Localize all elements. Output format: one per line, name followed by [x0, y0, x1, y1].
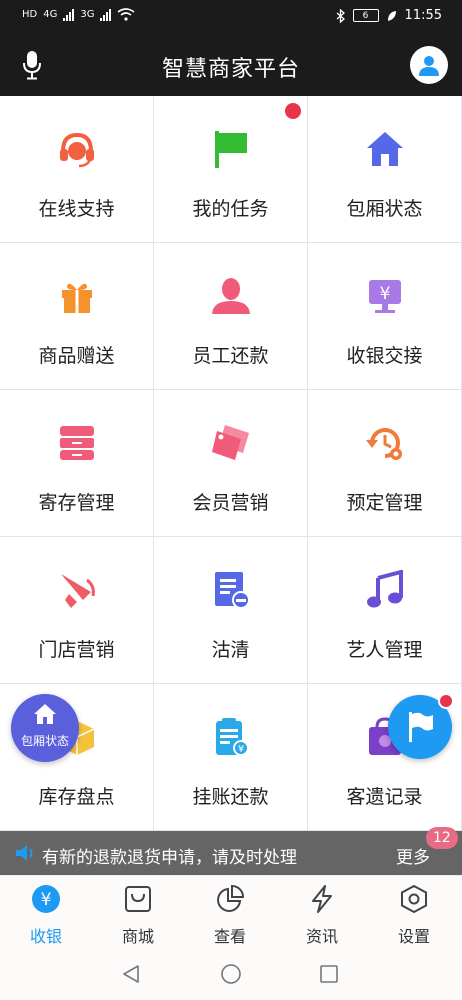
status-right: 6 11:55 — [336, 8, 442, 23]
tab-label: 商城 — [121, 927, 154, 946]
leaf-icon — [387, 10, 396, 21]
tab-label: 资讯 — [305, 927, 338, 946]
shopping-bag-icon — [125, 886, 151, 912]
net-3g-label: 3G — [80, 9, 95, 20]
list-minus-icon — [215, 572, 250, 609]
notice-count-badge: 12 — [426, 827, 458, 849]
tab-label: 收银 — [29, 927, 62, 946]
signal-icon-2 — [100, 8, 112, 21]
grid-item-online-support[interactable]: 在线支持 — [0, 96, 154, 243]
yen-circle-icon: ¥ — [32, 885, 60, 913]
notice-more-link[interactable]: 更多 — [396, 843, 430, 868]
grid-item-my-tasks[interactable]: 我的任务 — [154, 96, 308, 243]
flag-icon — [409, 712, 433, 742]
grid-item-label: 客遗记录 — [346, 786, 423, 808]
grid-item-label: 沽清 — [211, 639, 250, 661]
back-icon[interactable] — [120, 963, 142, 985]
tab-mall[interactable]: 商城 — [92, 876, 184, 950]
tab-cashier[interactable]: ¥ 收银 — [0, 876, 92, 950]
tab-settings[interactable]: 设置 — [368, 876, 460, 950]
pie-chart-icon — [217, 884, 245, 912]
cashier-monitor-icon: ¥ — [369, 280, 401, 313]
grid-item-storage[interactable]: 寄存管理 — [0, 390, 154, 537]
grid-item-credit-repay[interactable]: ¥ 挂账还款 — [154, 684, 308, 831]
home-icon — [367, 132, 403, 166]
gift-icon — [62, 283, 92, 313]
tab-label: 查看 — [213, 927, 246, 946]
fab-label: 包厢状态 — [20, 734, 69, 748]
music-icon — [367, 570, 403, 608]
tab-news[interactable]: 资讯 — [276, 876, 368, 950]
recents-icon[interactable] — [318, 963, 340, 985]
grid-item-label: 在线支持 — [38, 198, 115, 220]
grid-item-member-marketing[interactable]: 会员营销 — [154, 390, 308, 537]
tab-label: 设置 — [397, 927, 430, 946]
drawer-icon — [60, 426, 94, 460]
grid-item-label: 门店营销 — [38, 639, 115, 661]
grid-item-label: 会员营销 — [192, 492, 269, 514]
grid-item-staff-repay[interactable]: 员工还款 — [154, 243, 308, 390]
bluetooth-icon — [336, 8, 345, 23]
grid-item-label: 预定管理 — [346, 492, 423, 514]
home-icon — [34, 704, 56, 724]
speaker-icon — [16, 845, 33, 861]
user-icon — [419, 56, 439, 76]
person-icon — [212, 278, 250, 314]
system-nav-bar — [0, 949, 462, 1000]
grid-item-store-marketing[interactable]: 门店营销 — [0, 537, 154, 684]
status-bar: HD 4G 3G 6 11:55 — [0, 0, 462, 34]
clock-history-icon — [366, 428, 402, 460]
home-circle-icon[interactable] — [220, 963, 242, 985]
clipboard-yen-icon: ¥ — [216, 718, 249, 756]
page-title: 智慧商家平台 — [161, 57, 300, 82]
grid-item-label: 寄存管理 — [38, 492, 115, 514]
grid-item-label: 挂账还款 — [192, 786, 269, 808]
battery-icon: 6 — [352, 9, 379, 22]
network-indicators: HD 4G 3G — [22, 8, 135, 21]
headset-icon — [60, 132, 94, 168]
wifi-icon — [118, 8, 135, 21]
tasks-fab[interactable] — [388, 693, 454, 759]
svg-text:¥: ¥ — [380, 284, 391, 304]
grid-item-label: 收银交接 — [346, 345, 423, 367]
notice-bar[interactable]: 有新的退款退货申请，请及时处理 更多 12 — [0, 827, 462, 875]
grid-item-cashier-handover[interactable]: ¥ 收银交接 — [308, 243, 462, 390]
flag-icon — [215, 131, 247, 168]
room-status-fab[interactable]: 包厢状态 — [11, 694, 79, 762]
notice-text: 有新的退款退货申请，请及时处理 — [42, 848, 297, 868]
signal-icon — [63, 8, 75, 21]
clock: 11:55 — [404, 8, 442, 23]
net-4g-label: 4G — [43, 9, 58, 20]
grid-item-label: 员工还款 — [192, 345, 269, 367]
hexagon-settings-icon — [401, 884, 427, 914]
grid-item-artist[interactable]: 艺人管理 — [308, 537, 462, 684]
avatar[interactable] — [410, 46, 448, 84]
notification-dot — [285, 103, 301, 119]
grid-item-room-status[interactable]: 包厢状态 — [308, 96, 462, 243]
grid-item-sold-out[interactable]: 沽清 — [154, 537, 308, 684]
battery-level: 6 — [362, 10, 369, 21]
grid-item-label: 包厢状态 — [346, 198, 423, 220]
app-header: 智慧商家平台 — [0, 34, 462, 96]
grid-item-label: 艺人管理 — [346, 639, 423, 661]
notification-dot — [438, 693, 454, 709]
tag-icon — [212, 425, 249, 460]
grid-item-label: 商品赠送 — [38, 345, 115, 367]
grid-item-label: 我的任务 — [192, 198, 269, 220]
svg-text:¥: ¥ — [238, 744, 244, 755]
bottom-tab-bar: ¥ 收银 商城 查看 资讯 设置 — [0, 875, 462, 949]
grid-item-reservation[interactable]: 预定管理 — [308, 390, 462, 537]
megaphone-icon — [61, 574, 95, 608]
hd-indicator: HD — [22, 9, 38, 20]
grid-item-label: 库存盘点 — [38, 786, 115, 808]
svg-text:¥: ¥ — [41, 890, 52, 910]
grid-item-gift[interactable]: 商品赠送 — [0, 243, 154, 390]
tab-view[interactable]: 查看 — [184, 876, 276, 950]
lightning-icon — [312, 885, 332, 913]
